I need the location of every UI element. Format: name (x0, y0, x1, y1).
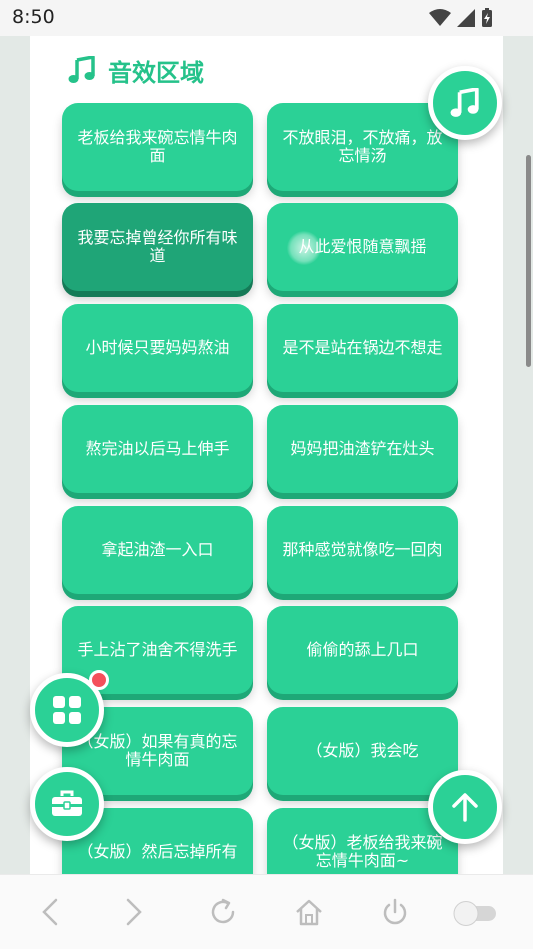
signal-icon (457, 9, 475, 27)
browser-nav-bar (0, 874, 533, 949)
sound-button[interactable]: 从此爱恨随意飘摇 (267, 203, 458, 291)
toolbox-icon (52, 790, 82, 816)
power-icon[interactable] (380, 897, 410, 927)
scroll-top-button[interactable] (428, 770, 502, 844)
sound-button-label: （女版）如果有真的忘情牛肉面 (77, 732, 238, 769)
music-note-icon (68, 56, 95, 83)
notification-badge (89, 670, 109, 690)
toggle-switch[interactable] (452, 899, 500, 927)
music-fab-button[interactable] (428, 66, 502, 140)
sound-button-label: 不放眼泪，不放痛，放忘情汤 (282, 128, 443, 165)
sound-button[interactable]: 妈妈把油渣铲在灶头 (267, 405, 458, 493)
back-icon[interactable] (40, 897, 60, 927)
sound-button-label: 偷偷的舔上几口 (306, 640, 419, 659)
sound-button-label: 小时候只要妈妈熬油 (85, 338, 230, 357)
section-header: 音效区域 (68, 52, 204, 88)
page-margin-left (0, 36, 30, 874)
status-time: 8:50 (12, 6, 55, 28)
sound-button[interactable]: 拿起油渣一入口 (62, 506, 253, 594)
sound-button[interactable]: 小时候只要妈妈熬油 (62, 304, 253, 392)
sound-button-label: 那种感觉就像吃一回肉 (282, 540, 443, 559)
sound-button[interactable]: 那种感觉就像吃一回肉 (267, 506, 458, 594)
sound-button[interactable]: 熬完油以后马上伸手 (62, 405, 253, 493)
sound-button-label: 我要忘掉曾经你所有味道 (77, 228, 238, 265)
music-note-icon (450, 88, 479, 117)
sound-button-label: 手上沾了油舍不得洗手 (77, 640, 238, 659)
sound-button[interactable]: 不放眼泪，不放痛，放忘情汤 (267, 103, 458, 191)
sound-button-label: （女版）我会吃 (306, 741, 419, 760)
sound-button-label: 老板给我来碗忘情牛肉面 (77, 128, 238, 165)
sound-button[interactable]: 偷偷的舔上几口 (267, 606, 458, 694)
battery-icon (482, 8, 492, 27)
arrow-up-icon (452, 793, 478, 822)
sound-button-label: （女版）然后忘掉所有 (77, 842, 238, 861)
section-title: 音效区域 (108, 58, 204, 87)
status-icons (429, 8, 493, 28)
sound-button[interactable]: 我要忘掉曾经你所有味道 (62, 203, 253, 291)
wifi-icon (429, 9, 451, 26)
sound-button-label: 从此爱恨随意飘摇 (298, 237, 427, 256)
home-icon[interactable] (294, 897, 324, 927)
sound-button-label: 是不是站在锅边不想走 (282, 338, 443, 357)
status-bar: 8:50 (0, 0, 533, 36)
forward-icon[interactable] (124, 897, 144, 927)
sound-button[interactable]: 老板给我来碗忘情牛肉面 (62, 103, 253, 191)
refresh-icon[interactable] (208, 897, 238, 927)
toolbox-button[interactable] (30, 767, 104, 841)
sound-button[interactable]: （女版）我会吃 (267, 707, 458, 795)
sound-button-label: （女版）老板给我来碗忘情牛肉面~ (282, 833, 443, 870)
grid-menu-icon (53, 696, 81, 724)
sound-button-label: 妈妈把油渣铲在灶头 (290, 439, 435, 458)
scrollbar[interactable] (526, 155, 531, 367)
sound-button-label: 熬完油以后马上伸手 (85, 439, 230, 458)
sound-button-label: 拿起油渣一入口 (101, 540, 214, 559)
sound-button[interactable]: 是不是站在锅边不想走 (267, 304, 458, 392)
